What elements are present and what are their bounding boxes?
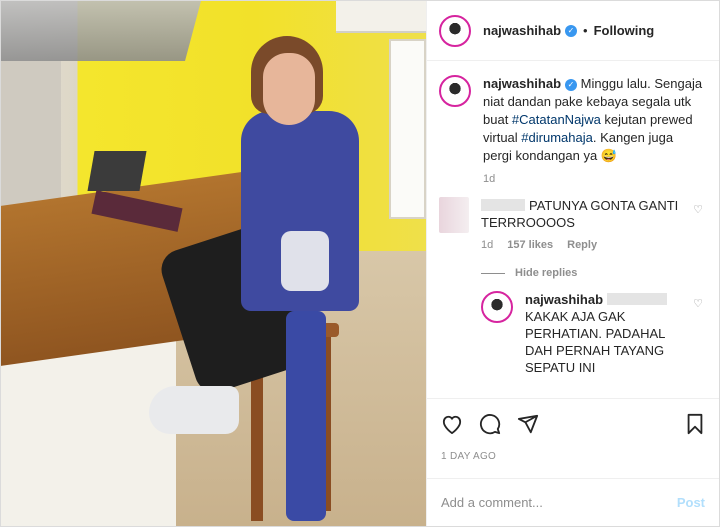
caption: najwashihab ✓ Minggu lalu. Sengaja niat d… [439,75,703,185]
post-side-panel: najwashihab ✓ • Following najwashihab ✓ M… [426,1,719,526]
comment-likes[interactable]: 157 likes [507,239,553,251]
photo-lace-sleeve [281,231,329,291]
comment-meta: 1d 157 likes Reply [481,239,681,251]
header-separator: • [583,23,588,38]
hide-replies-label: Hide replies [515,267,578,279]
comment-text: PATUNYA GONTA GANTI TERRROOOOS [481,197,681,231]
avatar[interactable] [439,14,471,47]
photo-air-conditioner [336,1,426,33]
hide-replies-button[interactable]: Hide replies [481,267,703,279]
photo-sneaker [149,386,239,434]
verified-badge-icon: ✓ [565,79,578,91]
reply-button[interactable]: Reply [567,239,597,251]
comments-list[interactable]: najwashihab ✓ Minggu lalu. Sengaja niat d… [427,61,719,398]
post-comment-button[interactable]: Post [677,495,705,510]
share-icon[interactable] [517,413,539,435]
comment-heart-icon[interactable]: ♡ [693,203,703,216]
caption-avatar[interactable] [439,75,471,107]
reply-text: najwashihab KAKAK AJA GAK PERHATIAN. PAD… [525,291,675,376]
post-date[interactable]: 1 DAY AGO [427,448,719,478]
bookmark-icon[interactable] [685,413,705,435]
divider [481,272,505,274]
caption-age[interactable]: 1d [483,173,703,185]
instagram-post-modal: najwashihab ✓ • Following najwashihab ✓ M… [0,0,720,527]
reply-mention-blurred[interactable] [606,293,667,305]
add-comment-input[interactable]: Add a comment... [441,495,677,510]
add-comment-bar: Add a comment... Post [427,478,719,526]
reply-avatar[interactable] [481,291,513,323]
caption-username[interactable]: najwashihab [483,76,561,91]
photo-laptop [87,151,147,191]
comment-avatar-blurred[interactable] [439,197,469,233]
avatar-image [485,295,509,319]
action-bar [427,398,719,448]
photo-range-hood [1,1,201,61]
reply-item: najwashihab KAKAK AJA GAK PERHATIAN. PAD… [481,291,703,376]
reply-username[interactable]: najwashihab [525,292,603,307]
header-username[interactable]: najwashihab [483,23,561,38]
comment-age[interactable]: 1d [481,239,493,251]
verified-badge-icon: ✓ [565,24,578,37]
hashtag-link[interactable]: #dirumahaja [521,130,593,145]
post-header: najwashihab ✓ • Following [427,1,719,61]
photo-wall-art [389,39,426,219]
heart-icon[interactable] [441,414,463,434]
hashtag-link[interactable]: #CatatanNajwa [512,112,601,127]
caption-text: najwashihab ✓ Minggu lalu. Sengaja niat d… [483,75,703,165]
comment-item: PATUNYA GONTA GANTI TERRROOOOS 1d 157 li… [439,197,703,251]
reply-heart-icon[interactable]: ♡ [693,297,703,310]
post-photo[interactable] [1,1,426,526]
avatar-image [443,79,467,103]
photo-fridge [1,61,61,211]
photo-sash [286,311,326,521]
reply-body: KAKAK AJA GAK PERHATIAN. PADAHAL DAH PER… [525,309,665,375]
avatar-image [443,18,467,43]
comment-icon[interactable] [479,413,501,435]
comment-username-blurred[interactable] [481,199,525,211]
photo-woman-face [263,53,315,125]
following-button[interactable]: Following [594,23,655,38]
